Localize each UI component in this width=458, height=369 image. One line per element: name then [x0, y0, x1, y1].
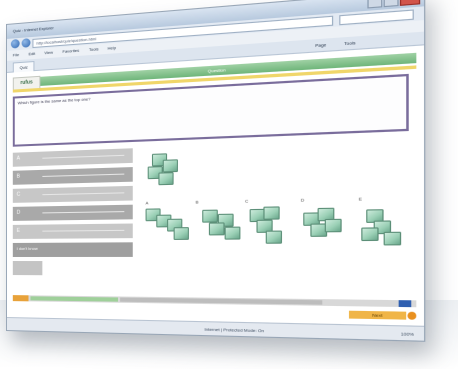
- cube-block: [361, 227, 379, 242]
- security-zone: Internet | Protected Mode: On: [204, 326, 265, 334]
- progress-remaining: [120, 297, 323, 305]
- question-box: Which figure is the same as the top one?: [12, 73, 409, 147]
- menu-help[interactable]: Help: [108, 43, 117, 54]
- back-icon[interactable]: [10, 38, 20, 49]
- next-button[interactable]: Next: [348, 310, 407, 320]
- cube-block: [324, 218, 342, 233]
- menu-view[interactable]: View: [44, 48, 53, 59]
- answer-label: I don't know: [16, 245, 38, 251]
- progress-end-marker: [398, 300, 412, 308]
- answer-option-b[interactable]: B: [12, 167, 133, 185]
- answer-blank: [12, 261, 43, 276]
- next-arrow-icon[interactable]: [407, 311, 417, 320]
- cube-block: [224, 226, 241, 240]
- answer-label: D: [16, 209, 21, 216]
- option-label-b: B: [195, 199, 199, 205]
- page-menu[interactable]: Page: [315, 38, 326, 51]
- answer-option-a[interactable]: A: [12, 148, 133, 167]
- answer-label: B: [16, 173, 20, 180]
- question-text: Which figure is the same as the top one?: [17, 96, 91, 106]
- cube-block: [265, 230, 283, 244]
- page-content: rufus Question Which figure is the same …: [6, 45, 425, 326]
- answer-option-c[interactable]: C: [12, 185, 133, 203]
- menu-tools[interactable]: Tools: [89, 44, 99, 55]
- answer-list: A B C D E I don't know: [12, 148, 133, 280]
- cube-block: [173, 227, 189, 240]
- option-label-a: A: [145, 200, 149, 206]
- menu-edit[interactable]: Edit: [28, 49, 35, 60]
- maximize-button[interactable]: [383, 0, 399, 8]
- cube-block: [383, 231, 402, 246]
- answer-label: A: [16, 155, 20, 162]
- progress-bar: [30, 296, 118, 302]
- cube-block: [208, 222, 225, 236]
- answer-label: C: [16, 191, 21, 198]
- option-label-c: C: [245, 198, 249, 204]
- cube-block: [202, 209, 218, 223]
- figure-area: A B C D E: [141, 140, 416, 278]
- answer-label: E: [16, 227, 20, 234]
- answer-dont-know[interactable]: I don't know: [12, 242, 133, 257]
- progress-marker: [12, 295, 29, 302]
- cube-block: [263, 206, 280, 220]
- tools-menu[interactable]: Tools: [344, 36, 355, 49]
- cube-block: [158, 172, 174, 186]
- answer-option-e[interactable]: E: [12, 223, 133, 239]
- minimize-button[interactable]: [367, 0, 383, 9]
- zoom-level[interactable]: 100%: [401, 326, 414, 341]
- cube-block: [162, 159, 178, 173]
- answer-option-d[interactable]: D: [12, 204, 133, 221]
- close-button[interactable]: [399, 0, 421, 6]
- option-label-d: D: [300, 197, 305, 203]
- forward-icon[interactable]: [21, 38, 31, 48]
- browser-window: Quiz - Internet Explorer http://localhos…: [6, 0, 426, 342]
- option-label-e: E: [358, 195, 363, 202]
- menu-file[interactable]: File: [13, 50, 19, 60]
